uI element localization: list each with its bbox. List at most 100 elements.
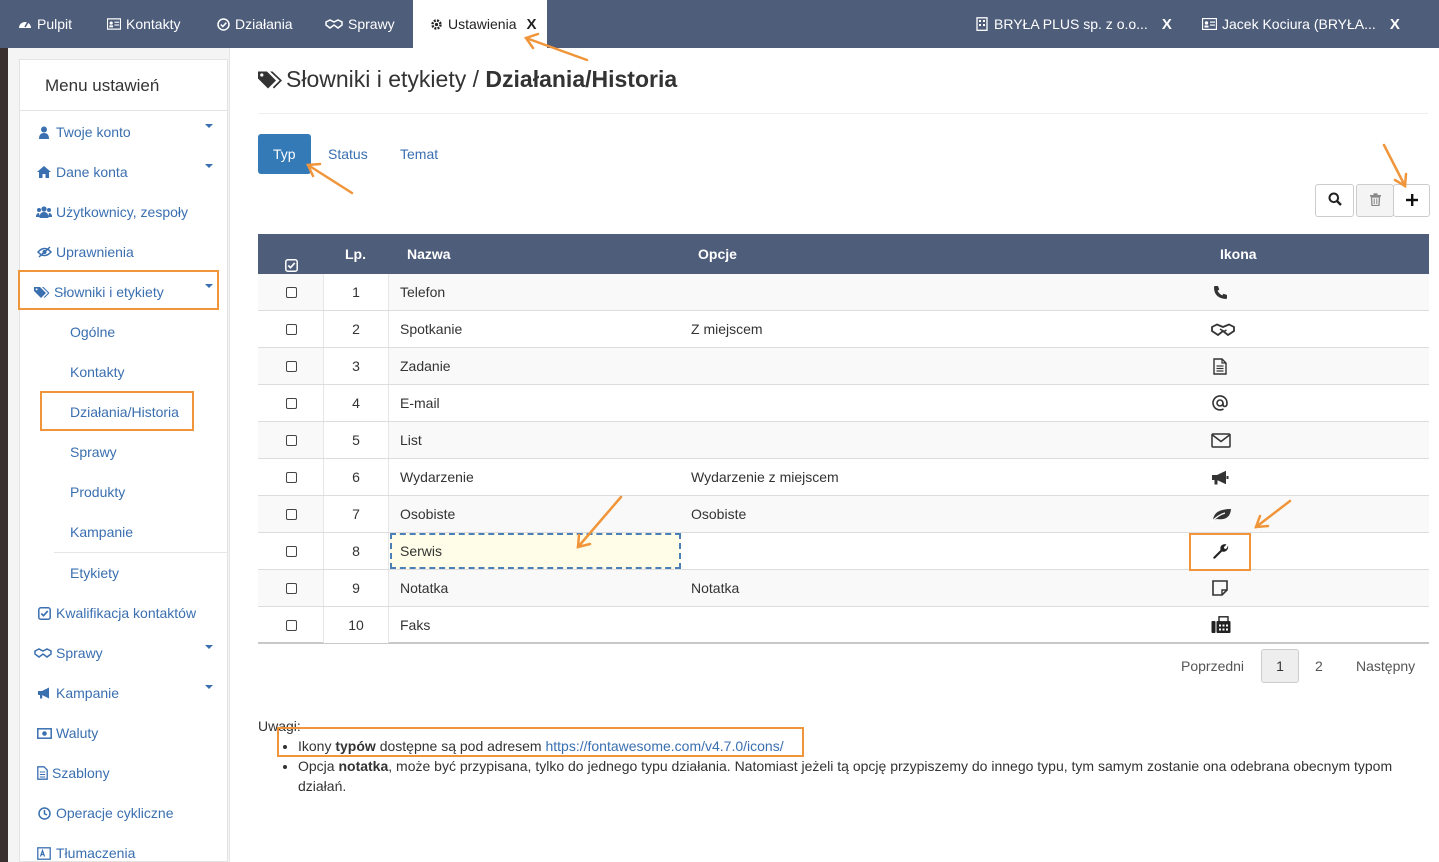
- settings-menu: Menu ustawień Twoje konto Dane konta Uży…: [19, 59, 228, 862]
- row-name[interactable]: E-mail: [400, 385, 440, 421]
- tab-status[interactable]: Status: [313, 134, 383, 174]
- sidebar-item-szablony[interactable]: Szablony: [20, 753, 227, 793]
- column-header-nazwa[interactable]: Nazwa: [407, 234, 451, 274]
- table-row[interactable]: 10 Faks: [258, 607, 1429, 644]
- table-row[interactable]: 4 E-mail: [258, 385, 1429, 422]
- gear-icon: [429, 17, 443, 31]
- file-text-icon: [1211, 357, 1229, 375]
- row-lp: 9: [352, 580, 360, 596]
- tab-temat[interactable]: Temat: [385, 134, 453, 174]
- tab-pulpit[interactable]: Pulpit: [18, 0, 72, 48]
- divider: [258, 113, 1428, 114]
- row-checkbox[interactable]: [286, 435, 297, 446]
- row-name[interactable]: List: [400, 422, 422, 458]
- tab-close-button[interactable]: X: [526, 16, 536, 33]
- table-row[interactable]: 1 Telefon: [258, 274, 1429, 311]
- sidebar-subitem-kampanie[interactable]: Kampanie: [54, 512, 227, 552]
- sidebar-item-kampanie[interactable]: Kampanie: [20, 673, 227, 713]
- row-options[interactable]: Osobiste: [691, 496, 746, 532]
- window-edge: [0, 48, 8, 862]
- row-checkbox[interactable]: [286, 509, 297, 520]
- tab-label: Działania: [235, 16, 293, 32]
- annotation-box: [40, 391, 194, 431]
- tab-dzialania[interactable]: Działania: [216, 0, 293, 48]
- leaf-icon: [1211, 505, 1233, 523]
- row-name[interactable]: Telefon: [400, 274, 445, 310]
- row-options[interactable]: Notatka: [691, 570, 739, 606]
- sidebar-subitem-ogolne[interactable]: Ogólne: [54, 312, 227, 352]
- sidebar-item-dane-konta[interactable]: Dane konta: [20, 152, 227, 192]
- column-header-opcje[interactable]: Opcje: [698, 234, 737, 274]
- pager-page-2[interactable]: 2: [1315, 649, 1323, 683]
- sidebar-item-uprawnienia[interactable]: Uprawnienia: [20, 232, 227, 272]
- handshake-icon: [1211, 320, 1235, 338]
- table-row[interactable]: 8 Serwis: [258, 533, 1429, 570]
- row-name[interactable]: Faks: [400, 607, 430, 643]
- at-icon: [1211, 394, 1229, 412]
- row-checkbox[interactable]: [286, 287, 297, 298]
- tab-typ[interactable]: Typ: [258, 134, 311, 174]
- sidebar-item-kwalifikacja[interactable]: Kwalifikacja kontaktów: [20, 593, 227, 633]
- sidebar-subitem-produkty[interactable]: Produkty: [54, 472, 227, 512]
- building-icon: [975, 17, 989, 31]
- dashboard-icon: [18, 17, 32, 31]
- sidebar-item-tlumaczenia[interactable]: Tłumaczenia: [20, 833, 227, 862]
- sidebar-item-operacje-cykliczne[interactable]: Operacje cykliczne: [20, 793, 227, 833]
- table-row[interactable]: 9 Notatka Notatka: [258, 570, 1429, 607]
- sidebar-item-label: Tłumaczenia: [56, 845, 136, 861]
- row-lp: 5: [352, 432, 360, 448]
- sidebar-item-twoje-konto[interactable]: Twoje konto: [20, 112, 227, 152]
- sidebar-item-uzytkownicy[interactable]: Użytkownicy, zespoły: [20, 192, 227, 232]
- table-row[interactable]: 3 Zadanie: [258, 348, 1429, 385]
- tab-sprawy[interactable]: Sprawy: [325, 0, 395, 48]
- add-button[interactable]: [1393, 184, 1430, 217]
- annotation-box: [1189, 533, 1251, 571]
- row-checkbox[interactable]: [286, 546, 297, 557]
- pager-previous[interactable]: Poprzedni: [1181, 649, 1244, 683]
- column-header-ikona[interactable]: Ikona: [1220, 234, 1257, 274]
- sidebar-item-waluty[interactable]: Waluty: [20, 713, 227, 753]
- pager-page-1[interactable]: 1: [1261, 649, 1299, 683]
- tab-label: Sprawy: [348, 16, 395, 32]
- row-checkbox[interactable]: [286, 361, 297, 372]
- tab-close-button[interactable]: X: [1162, 16, 1172, 33]
- tab-label: Ustawienia: [448, 16, 517, 32]
- row-name[interactable]: Zadanie: [400, 348, 451, 384]
- row-options[interactable]: Z miejscem: [691, 311, 763, 347]
- sidebar-item-label: Dane konta: [56, 164, 128, 180]
- name-edit-field[interactable]: Serwis: [390, 533, 681, 569]
- trash-icon: [1369, 192, 1381, 209]
- row-checkbox[interactable]: [286, 472, 297, 483]
- row-checkbox[interactable]: [286, 583, 297, 594]
- table-row[interactable]: 2 Spotkanie Z miejscem: [258, 311, 1429, 348]
- table-row[interactable]: 5 List: [258, 422, 1429, 459]
- row-name[interactable]: Osobiste: [400, 496, 455, 532]
- row-checkbox[interactable]: [286, 324, 297, 335]
- row-name[interactable]: Spotkanie: [400, 311, 462, 347]
- sidebar-item-sprawy[interactable]: Sprawy: [20, 633, 227, 673]
- pager-next[interactable]: Następny: [1356, 649, 1415, 683]
- row-checkbox[interactable]: [286, 620, 297, 631]
- tab-jacek-kociura[interactable]: Jacek Kociura (BRYŁA... X: [1201, 0, 1400, 48]
- tab-ustawienia[interactable]: Ustawienia X: [413, 0, 547, 48]
- row-name[interactable]: Wydarzenie: [400, 459, 474, 495]
- row-name[interactable]: Notatka: [400, 570, 448, 606]
- delete-button[interactable]: [1356, 184, 1394, 217]
- row-checkbox[interactable]: [286, 398, 297, 409]
- sidebar-subitem-etykiety[interactable]: Etykiety: [54, 553, 227, 593]
- tab-kontakty[interactable]: Kontakty: [107, 0, 180, 48]
- tab-close-button[interactable]: X: [1390, 16, 1400, 33]
- search-button[interactable]: [1315, 184, 1354, 217]
- handshake-icon: [34, 646, 52, 660]
- table-row[interactable]: 6 Wydarzenie Wydarzenie z miejscem: [258, 459, 1429, 496]
- tab-bryla-plus[interactable]: BRYŁA PLUS sp. z o.o... X: [975, 0, 1172, 48]
- select-all-checkbox[interactable]: [285, 234, 298, 274]
- table-row[interactable]: 7 Osobiste Osobiste: [258, 496, 1429, 533]
- handshake-icon: [325, 17, 343, 31]
- tab-label: Kontakty: [126, 16, 181, 32]
- row-options[interactable]: Wydarzenie z miejscem: [691, 459, 839, 495]
- column-header-lp[interactable]: Lp.: [345, 234, 366, 274]
- sidebar-subitem-kontakty[interactable]: Kontakty: [54, 352, 227, 392]
- row-lp: 2: [352, 321, 360, 337]
- sidebar-subitem-sprawy[interactable]: Sprawy: [54, 432, 227, 472]
